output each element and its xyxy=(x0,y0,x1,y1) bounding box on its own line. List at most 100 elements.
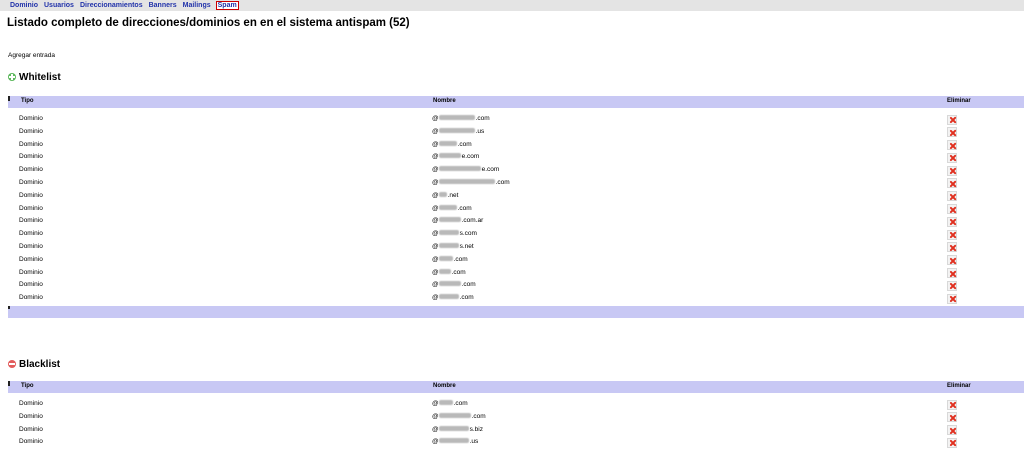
cell-tipo: Dominio xyxy=(19,166,43,174)
delete-x-icon[interactable] xyxy=(947,114,957,125)
cell-tipo: Dominio xyxy=(19,153,43,161)
domain-suffix: .com xyxy=(457,140,472,148)
redacted-domain xyxy=(439,438,470,444)
delete-x-icon[interactable] xyxy=(947,412,957,423)
table-row: Dominio @ .com xyxy=(8,292,1024,305)
delete-x-icon[interactable] xyxy=(947,399,957,410)
email-at-sign: @ xyxy=(432,191,439,199)
delete-x-icon[interactable] xyxy=(947,165,957,176)
nav-direccionamientos[interactable]: Direccionamientos xyxy=(79,1,144,10)
header-corner xyxy=(8,381,10,386)
cell-nombre: @ s.biz xyxy=(432,424,483,437)
redacted-domain xyxy=(439,127,476,133)
delete-x-icon[interactable] xyxy=(947,242,957,253)
delete-x-icon[interactable] xyxy=(947,204,957,215)
nav-usuarios[interactable]: Usuarios xyxy=(43,1,75,10)
domain-suffix: s.com xyxy=(459,230,477,238)
domain-suffix: .us xyxy=(475,127,485,135)
domain-suffix: .com xyxy=(451,268,466,276)
cell-tipo: Dominio xyxy=(19,204,43,212)
redacted-domain xyxy=(439,294,460,300)
column-header-eliminar: Eliminar xyxy=(947,98,971,104)
cell-tipo: Dominio xyxy=(19,281,43,289)
delete-x-icon[interactable] xyxy=(947,178,957,189)
email-at-sign: @ xyxy=(432,438,439,446)
table-row: Dominio @ .us xyxy=(8,126,1024,139)
delete-x-icon[interactable] xyxy=(947,216,957,227)
table-row: Dominio @ s.com xyxy=(8,228,1024,241)
redacted-domain xyxy=(439,242,460,248)
redacted-domain xyxy=(439,268,452,274)
domain-suffix: e.com xyxy=(461,153,480,161)
table-row: Dominio @ .com xyxy=(8,254,1024,267)
delete-x-icon[interactable] xyxy=(947,127,957,138)
delete-x-icon[interactable] xyxy=(947,425,957,436)
delete-x-icon[interactable] xyxy=(947,229,957,240)
footer-corner xyxy=(8,306,10,309)
cell-tipo: Dominio xyxy=(19,115,43,122)
table-row: Dominio @ .net xyxy=(8,190,1024,203)
cell-nombre: @ .com xyxy=(432,139,472,152)
cell-nombre: @ s.net xyxy=(432,241,474,254)
email-at-sign: @ xyxy=(432,255,439,263)
table-row: Dominio @ .com xyxy=(8,279,1024,292)
whitelist-table-footer xyxy=(8,306,1024,318)
redacted-domain xyxy=(439,191,448,197)
domain-suffix: .com xyxy=(453,400,468,407)
domain-suffix: .com xyxy=(461,281,476,289)
redacted-domain xyxy=(439,255,454,261)
email-at-sign: @ xyxy=(432,294,439,302)
domain-suffix: .com xyxy=(475,115,490,122)
table-row: Dominio @ s.net xyxy=(8,241,1024,254)
whitelist-title: Whitelist xyxy=(19,72,61,83)
redacted-domain xyxy=(439,281,462,287)
email-at-sign: @ xyxy=(432,242,439,250)
nav-mailings[interactable]: Mailings xyxy=(182,1,212,10)
whitelist-table-header: Tipo Nombre Eliminar xyxy=(8,96,1024,108)
table-row: Dominio @ .com xyxy=(8,398,1024,411)
table-row: Dominio @ .com xyxy=(8,139,1024,152)
email-at-sign: @ xyxy=(432,268,439,276)
redacted-domain xyxy=(439,166,482,172)
delete-x-icon[interactable] xyxy=(947,293,957,304)
blacklist-table-header: Tipo Nombre Eliminar xyxy=(8,381,1024,393)
blacklist-heading: Blacklist xyxy=(8,359,60,370)
cell-nombre: @ .com xyxy=(432,292,474,305)
table-row: Dominio @ .com xyxy=(8,267,1024,280)
redacted-domain xyxy=(439,412,472,418)
cell-nombre: @ .com xyxy=(432,398,468,411)
cell-nombre: @ .com xyxy=(432,203,472,216)
cell-tipo: Dominio xyxy=(19,425,43,433)
delete-x-icon[interactable] xyxy=(947,280,957,291)
domain-suffix: .com xyxy=(471,412,486,420)
delete-x-icon[interactable] xyxy=(947,437,957,448)
table-row: Dominio @ .com xyxy=(8,113,1024,126)
minus-icon xyxy=(8,360,16,368)
domain-suffix: .com xyxy=(457,204,472,212)
email-at-sign: @ xyxy=(432,115,439,122)
nav-spam[interactable]: Spam xyxy=(215,1,239,10)
column-header-eliminar: Eliminar xyxy=(947,383,971,389)
cell-nombre: @ .com.ar xyxy=(432,215,483,228)
cell-tipo: Dominio xyxy=(19,178,43,186)
email-at-sign: @ xyxy=(432,217,439,225)
redacted-domain xyxy=(439,400,454,405)
email-at-sign: @ xyxy=(432,412,439,420)
nav-dominio[interactable]: Dominio xyxy=(9,1,39,10)
delete-x-icon[interactable] xyxy=(947,140,957,151)
cell-tipo: Dominio xyxy=(19,438,43,446)
table-row: Dominio @ .us xyxy=(8,436,1024,449)
domain-suffix: s.biz xyxy=(469,425,483,433)
table-row: Dominio @ .com xyxy=(8,411,1024,424)
cell-nombre: @ .com xyxy=(432,411,486,424)
delete-x-icon[interactable] xyxy=(947,268,957,279)
email-at-sign: @ xyxy=(432,230,439,238)
cell-tipo: Dominio xyxy=(19,127,43,135)
delete-x-icon[interactable] xyxy=(947,255,957,266)
delete-x-icon[interactable] xyxy=(947,191,957,202)
nav-banners[interactable]: Banners xyxy=(148,1,178,10)
add-entry-link[interactable]: Agregar entrada xyxy=(8,52,55,59)
delete-x-icon[interactable] xyxy=(947,152,957,163)
redacted-domain xyxy=(439,115,476,120)
cell-nombre: @ e.com xyxy=(432,164,499,177)
